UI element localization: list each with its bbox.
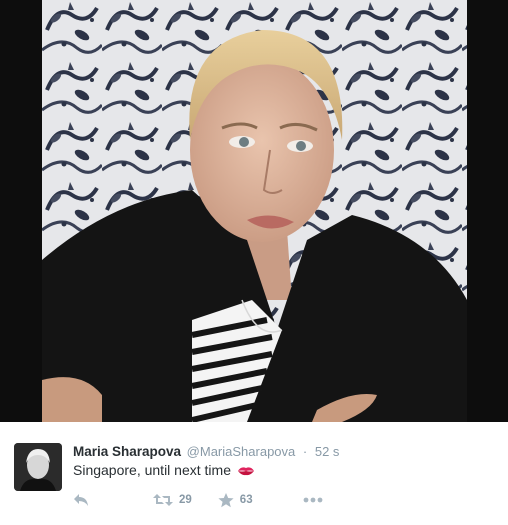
star-icon	[218, 492, 234, 508]
tweet-text-body: Singapore, until next time	[73, 462, 231, 478]
tweet-actions: 29 63	[73, 490, 323, 510]
avatar[interactable]	[14, 443, 62, 491]
more-dots-icon	[303, 497, 323, 503]
more-button[interactable]	[303, 497, 323, 503]
reply-icon	[73, 493, 89, 507]
author-handle[interactable]: @MariaSharapova	[187, 444, 296, 459]
favorite-count: 63	[239, 494, 253, 506]
retweet-count: 29	[179, 494, 192, 506]
tweet-text: Singapore, until next time	[73, 462, 255, 478]
retweet-button[interactable]: 29	[153, 493, 192, 507]
reply-button[interactable]	[73, 493, 91, 507]
author-name[interactable]: Maria Sharapova	[73, 444, 181, 459]
separator-dot: ·	[302, 444, 308, 459]
kiss-mark-icon	[237, 464, 255, 476]
tweet-media[interactable]	[0, 0, 508, 422]
tweet-header: Maria Sharapova @MariaSharapova · 52 s	[73, 444, 339, 462]
favorite-button[interactable]: 63	[218, 492, 253, 508]
retweet-icon	[153, 493, 173, 507]
timestamp[interactable]: 52 s	[315, 444, 340, 459]
selfie-photo[interactable]	[42, 0, 467, 422]
